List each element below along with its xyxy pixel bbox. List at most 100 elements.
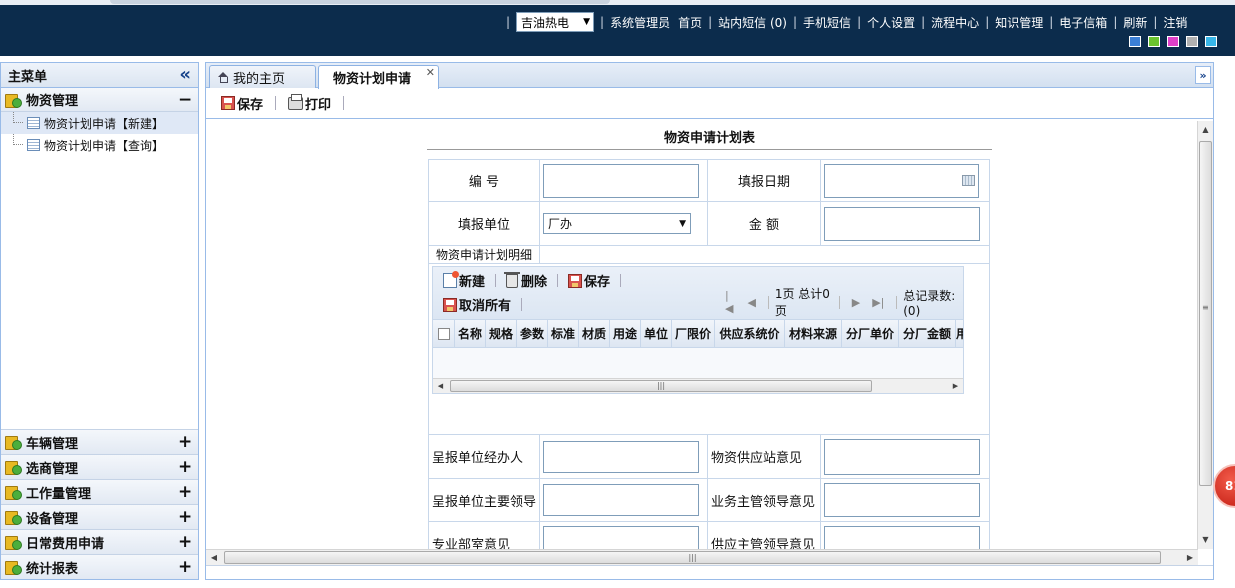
- unit-handler-input[interactable]: [543, 440, 699, 473]
- last-page-icon[interactable]: ▶|: [872, 296, 884, 309]
- floating-badge[interactable]: 81: [1213, 464, 1235, 508]
- col-more[interactable]: 用: [956, 320, 963, 347]
- col-usage[interactable]: 用途: [610, 320, 641, 347]
- sidebar-item-plan-new[interactable]: 物资计划申请【新建】: [1, 112, 198, 134]
- sidebar-group-vendor-selection[interactable]: 选商管理 +: [1, 454, 198, 479]
- expand-icon[interactable]: +: [178, 482, 192, 502]
- expand-icon[interactable]: +: [178, 507, 192, 527]
- sidebar-item-plan-query[interactable]: 物资计划申请【查询】: [1, 134, 198, 156]
- page-info: 1页 总计0页: [774, 287, 830, 318]
- calendar-icon[interactable]: [962, 174, 975, 186]
- fill-unit-select[interactable]: 厂办 ▼: [543, 213, 691, 234]
- theme-switcher: [1129, 36, 1217, 47]
- col-material[interactable]: 材质: [579, 320, 610, 347]
- theme-swatch-magenta[interactable]: [1167, 36, 1179, 47]
- col-branch-price[interactable]: 分厂单价: [842, 320, 899, 347]
- nav-knowledge-link[interactable]: 知识管理: [995, 14, 1043, 31]
- sidebar: 主菜单 « 物资管理 − 物资计划申请【新建】 物资计划申请【查询】 车辆管理 …: [0, 62, 199, 580]
- sidebar-collapsed-groups: 车辆管理 + 选商管理 + 工作量管理 + 设备管理 + 日常费用申请 + 统计…: [1, 429, 198, 579]
- expand-icon[interactable]: +: [178, 557, 192, 577]
- sidebar-header: 主菜单 «: [1, 63, 198, 88]
- tab-material-plan[interactable]: 物资计划申请 ✕: [318, 65, 439, 89]
- folder-icon: [5, 535, 22, 550]
- expand-icon[interactable]: +: [178, 532, 192, 552]
- theme-swatch-cyan[interactable]: [1205, 36, 1217, 47]
- expand-icon[interactable]: +: [178, 432, 192, 452]
- grid-save-button[interactable]: 保存: [568, 271, 610, 290]
- col-material-source[interactable]: 材料来源: [785, 320, 842, 347]
- col-param[interactable]: 参数: [517, 320, 548, 347]
- nav-logout-link[interactable]: 注销: [1163, 14, 1187, 31]
- detail-label: 物资申请计划明细: [428, 245, 540, 264]
- col-branch-amount[interactable]: 分厂金额: [899, 320, 956, 347]
- supply-station-input[interactable]: [824, 438, 980, 475]
- dept-opinion-input[interactable]: [543, 526, 699, 549]
- business-leader-label: 业务主管领导意见: [707, 478, 821, 522]
- sidebar-group-equipment[interactable]: 设备管理 +: [1, 504, 198, 529]
- nav-settings-link[interactable]: 个人设置: [867, 14, 915, 31]
- nav-workflow-link[interactable]: 流程中心: [931, 14, 979, 31]
- grid-cancel-all-button[interactable]: 取消所有: [443, 295, 511, 314]
- status-strip: [206, 565, 1213, 579]
- col-standard[interactable]: 标准: [548, 320, 579, 347]
- grid-delete-button[interactable]: 删除: [504, 271, 547, 290]
- amount-input[interactable]: [824, 206, 980, 241]
- business-leader-input[interactable]: [824, 483, 980, 517]
- next-page-icon[interactable]: ▶: [852, 296, 860, 309]
- sidebar-group-reports[interactable]: 统计报表 +: [1, 554, 198, 579]
- theme-swatch-green[interactable]: [1148, 36, 1160, 47]
- close-icon[interactable]: ✕: [426, 66, 435, 79]
- col-factory-limit[interactable]: 厂限价: [672, 320, 715, 347]
- first-page-icon[interactable]: |◀: [725, 289, 736, 315]
- scroll-right-icon[interactable]: ▶: [1182, 550, 1198, 565]
- save-button[interactable]: 保存: [218, 94, 266, 113]
- nav-inbox-link[interactable]: 站内短信 (0): [718, 14, 787, 31]
- prev-page-icon[interactable]: ◀: [748, 296, 756, 309]
- scroll-up-icon[interactable]: ▲: [1198, 122, 1213, 138]
- unit-leader-input[interactable]: [543, 484, 699, 516]
- scroll-down-icon[interactable]: ▼: [1198, 532, 1213, 548]
- scroll-right-icon[interactable]: ▶: [948, 379, 963, 393]
- nav-sms-link[interactable]: 手机短信: [803, 14, 851, 31]
- unit-leader-label: 呈报单位主要领导: [428, 478, 540, 522]
- col-spec[interactable]: 规格: [486, 320, 517, 347]
- select-all-checkbox[interactable]: [433, 320, 455, 347]
- col-name[interactable]: 名称: [455, 320, 486, 347]
- trash-icon: [504, 271, 521, 288]
- col-supply-price[interactable]: 供应系统价: [715, 320, 785, 347]
- nav-refresh-link[interactable]: 刷新: [1123, 14, 1147, 31]
- fill-date-input[interactable]: [824, 163, 979, 198]
- sidebar-group-expenses[interactable]: 日常费用申请 +: [1, 529, 198, 554]
- top-nav: | 吉油热电 ▼ | 系统管理员 首页 | 站内短信 (0) | 手机短信 | …: [500, 12, 1187, 32]
- scroll-left-icon[interactable]: ◀: [206, 550, 222, 565]
- col-unit[interactable]: 单位: [641, 320, 672, 347]
- horizontal-scrollbar[interactable]: ◀ ||| ▶: [206, 549, 1198, 565]
- sidebar-group-materials[interactable]: 物资管理 −: [1, 88, 198, 112]
- folder-icon: [5, 485, 22, 500]
- collapse-sidebar-icon[interactable]: «: [179, 66, 191, 84]
- browser-tab-strip: [0, 0, 1235, 5]
- sidebar-title: 主菜单: [8, 69, 48, 85]
- fill-unit-label: 填报单位: [428, 201, 540, 246]
- print-button[interactable]: 打印: [285, 93, 334, 113]
- expand-icon[interactable]: +: [178, 457, 192, 477]
- supply-leader-input[interactable]: [824, 526, 980, 549]
- sidebar-group-label: 统计报表: [26, 561, 79, 577]
- plant-select[interactable]: 吉油热电 ▼: [516, 12, 595, 32]
- grid-new-button[interactable]: 新建: [443, 271, 485, 290]
- nav-mail-link[interactable]: 电子信箱: [1059, 14, 1107, 31]
- tab-home[interactable]: 我的主页: [209, 65, 316, 88]
- scroll-left-icon[interactable]: ◀: [433, 379, 448, 393]
- chevron-down-icon: ▼: [679, 218, 686, 229]
- collapse-icon[interactable]: −: [178, 90, 192, 110]
- grid-horizontal-scrollbar[interactable]: ◀ ||| ▶: [433, 378, 963, 393]
- theme-swatch-gray[interactable]: [1186, 36, 1198, 47]
- nav-home-link[interactable]: 首页: [678, 14, 702, 31]
- total-records: 总记录数:(0): [903, 288, 956, 318]
- sidebar-group-workload[interactable]: 工作量管理 +: [1, 479, 198, 504]
- theme-swatch-blue[interactable]: [1129, 36, 1141, 47]
- tab-list-icon[interactable]: »: [1195, 66, 1211, 84]
- number-input[interactable]: [543, 163, 699, 198]
- vertical-scrollbar[interactable]: ▲ ≡ ▼: [1197, 121, 1213, 549]
- sidebar-group-vehicles[interactable]: 车辆管理 +: [1, 429, 198, 454]
